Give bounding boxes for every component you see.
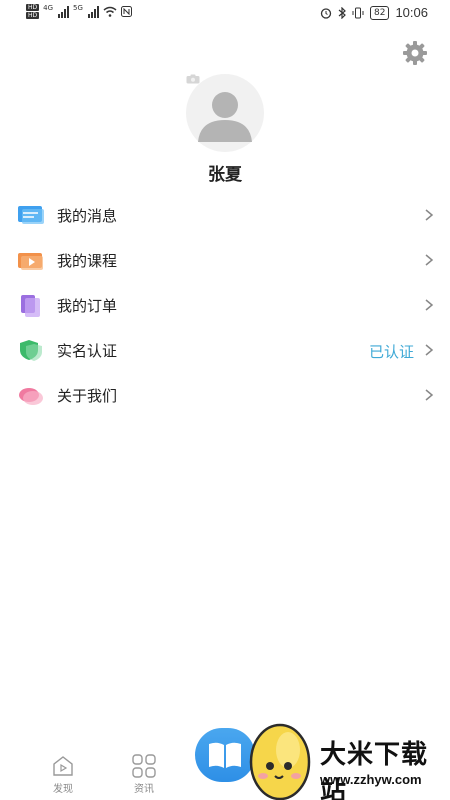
menu-item-messages[interactable]: 我的消息 [0,193,450,238]
alarm-icon [320,7,332,19]
tab-news[interactable]: 资讯 [124,754,164,795]
menu-label: 关于我们 [57,387,118,405]
chevron-right-icon [425,254,434,266]
tab-label: 资讯 [134,784,154,795]
message-icon [18,205,44,224]
chevron-right-icon [425,389,434,401]
status-time: 10:06 [395,5,428,20]
user-name: 张夏 [208,165,242,185]
menu-label: 实名认证 [57,342,118,360]
signal-tag: 5G [73,4,83,12]
news-grid-icon [132,754,156,778]
verification-status: 已认证 [368,343,414,361]
menu-label: 我的订单 [57,297,118,315]
hd-badges: HD HD [26,4,40,19]
status-left: HD HD 4G 5G [26,4,132,19]
vibrate-icon [352,7,364,18]
user-avatar-icon [198,92,252,142]
order-icon [21,294,40,317]
battery-indicator: 82 [370,5,390,20]
chevron-right-icon [425,344,434,356]
chevron-right-icon [425,299,434,311]
menu-item-about[interactable]: 关于我们 [0,373,450,418]
watermark: 大米下载站 www.zzhyw.com [246,720,450,800]
about-icon [19,387,43,405]
watermark-url: www.zzhyw.com [320,772,422,787]
hd-badge: HD [26,12,40,19]
hd-badge: HD [26,4,40,11]
bluetooth-icon [338,6,346,19]
menu-label: 我的消息 [57,207,118,225]
chevron-right-icon [425,209,434,221]
status-bar: HD HD 4G 5G 82 10:06 [0,0,450,26]
watermark-title: 大米下载站 [320,740,429,800]
menu-item-orders[interactable]: 我的订单 [0,283,450,328]
course-video-icon [18,252,43,270]
tab-discover[interactable]: 发现 [43,754,83,795]
camera-icon[interactable] [186,74,200,84]
wifi-icon [103,6,117,17]
rice-mascot-logo [249,723,311,800]
avatar[interactable] [186,74,264,152]
profile-menu: 我的消息 我的课程 我的订单 实名认证 已认证 关于我们 [0,193,450,418]
verify-shield-icon [20,339,42,361]
signal-icon [58,5,70,18]
nfc-icon [120,6,132,17]
tab-label: 发现 [53,784,73,795]
menu-item-courses[interactable]: 我的课程 [0,238,450,283]
menu-item-verification[interactable]: 实名认证 已认证 [0,328,450,373]
status-right: 82 10:06 [320,5,428,20]
signal-tag: 4G [43,4,54,12]
discover-icon [53,756,73,776]
menu-label: 我的课程 [57,252,118,270]
gear-icon[interactable] [402,40,428,66]
signal-icon [87,5,99,18]
